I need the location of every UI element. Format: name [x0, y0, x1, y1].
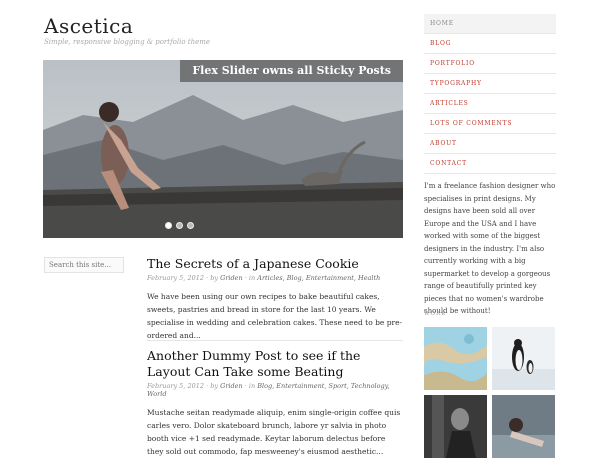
- post-title[interactable]: The Secrets of a Japanese Cookie: [147, 256, 403, 272]
- featured-slider[interactable]: Flex Slider owns all Sticky Posts: [43, 60, 403, 238]
- slider-pagination: [165, 222, 194, 229]
- post-by: by: [210, 382, 219, 390]
- author-bio: I'm a freelance fashion designer who spe…: [424, 182, 556, 315]
- slider-dot-2[interactable]: [176, 222, 183, 229]
- work-thumbnail-aerial[interactable]: [424, 327, 487, 390]
- site-tagline: Simple, responsive blogging & portfolio …: [44, 38, 211, 46]
- nav-item-typography[interactable]: TYPOGRAPHY: [424, 74, 556, 94]
- work-thumbnail-penguins[interactable]: [492, 327, 555, 390]
- post-categories[interactable]: Articles, Blog, Entertainment, Health: [257, 274, 380, 282]
- nav-item-blog[interactable]: BLOG: [424, 34, 556, 54]
- post-meta: February 5, 2012 · by Griden · in Blog, …: [147, 382, 390, 398]
- slide-caption[interactable]: Flex Slider owns all Sticky Posts: [180, 60, 403, 82]
- slider-dot-3[interactable]: [187, 222, 194, 229]
- search-input[interactable]: [44, 257, 124, 273]
- post-title[interactable]: Another Dummy Post to see if the Layout …: [147, 348, 403, 380]
- post-author[interactable]: Griden: [220, 382, 243, 390]
- work-thumbnail-reclining-woman[interactable]: [492, 395, 555, 458]
- post-date: February 5, 2012: [147, 382, 204, 390]
- post-in: in: [248, 382, 256, 390]
- nav-item-articles[interactable]: ARTICLES: [424, 94, 556, 114]
- post-divider: [147, 340, 403, 341]
- work-section-label: WORK: [424, 311, 447, 317]
- post-meta: February 5, 2012 · by Griden · in Articl…: [147, 274, 381, 282]
- nav-item-lots-of-comments[interactable]: LOTS OF COMMENTS: [424, 114, 556, 134]
- post-by: by: [210, 274, 219, 282]
- nav-item-home[interactable]: HOME: [424, 14, 556, 34]
- post-item: Another Dummy Post to see if the Layout …: [147, 348, 403, 458]
- slider-dot-1[interactable]: [165, 222, 172, 229]
- slide-image: [43, 60, 403, 238]
- work-thumbnail-dark-portrait[interactable]: [424, 395, 487, 458]
- site-logo[interactable]: Ascetica: [44, 14, 133, 38]
- post-excerpt: We have been using our own recipes to ba…: [147, 292, 403, 340]
- post-in: in: [248, 274, 256, 282]
- post-excerpt: Mustache seitan readymade aliquip, enim …: [147, 408, 401, 456]
- post-author[interactable]: Griden: [220, 274, 243, 282]
- post-item: The Secrets of a Japanese Cookie Februar…: [147, 256, 403, 342]
- main-navigation: HOME BLOG PORTFOLIO TYPOGRAPHY ARTICLES …: [424, 14, 556, 174]
- nav-item-about[interactable]: ABOUT: [424, 134, 556, 154]
- nav-item-portfolio[interactable]: PORTFOLIO: [424, 54, 556, 74]
- nav-item-contact[interactable]: CONTACT: [424, 154, 556, 174]
- post-date: February 5, 2012: [147, 274, 204, 282]
